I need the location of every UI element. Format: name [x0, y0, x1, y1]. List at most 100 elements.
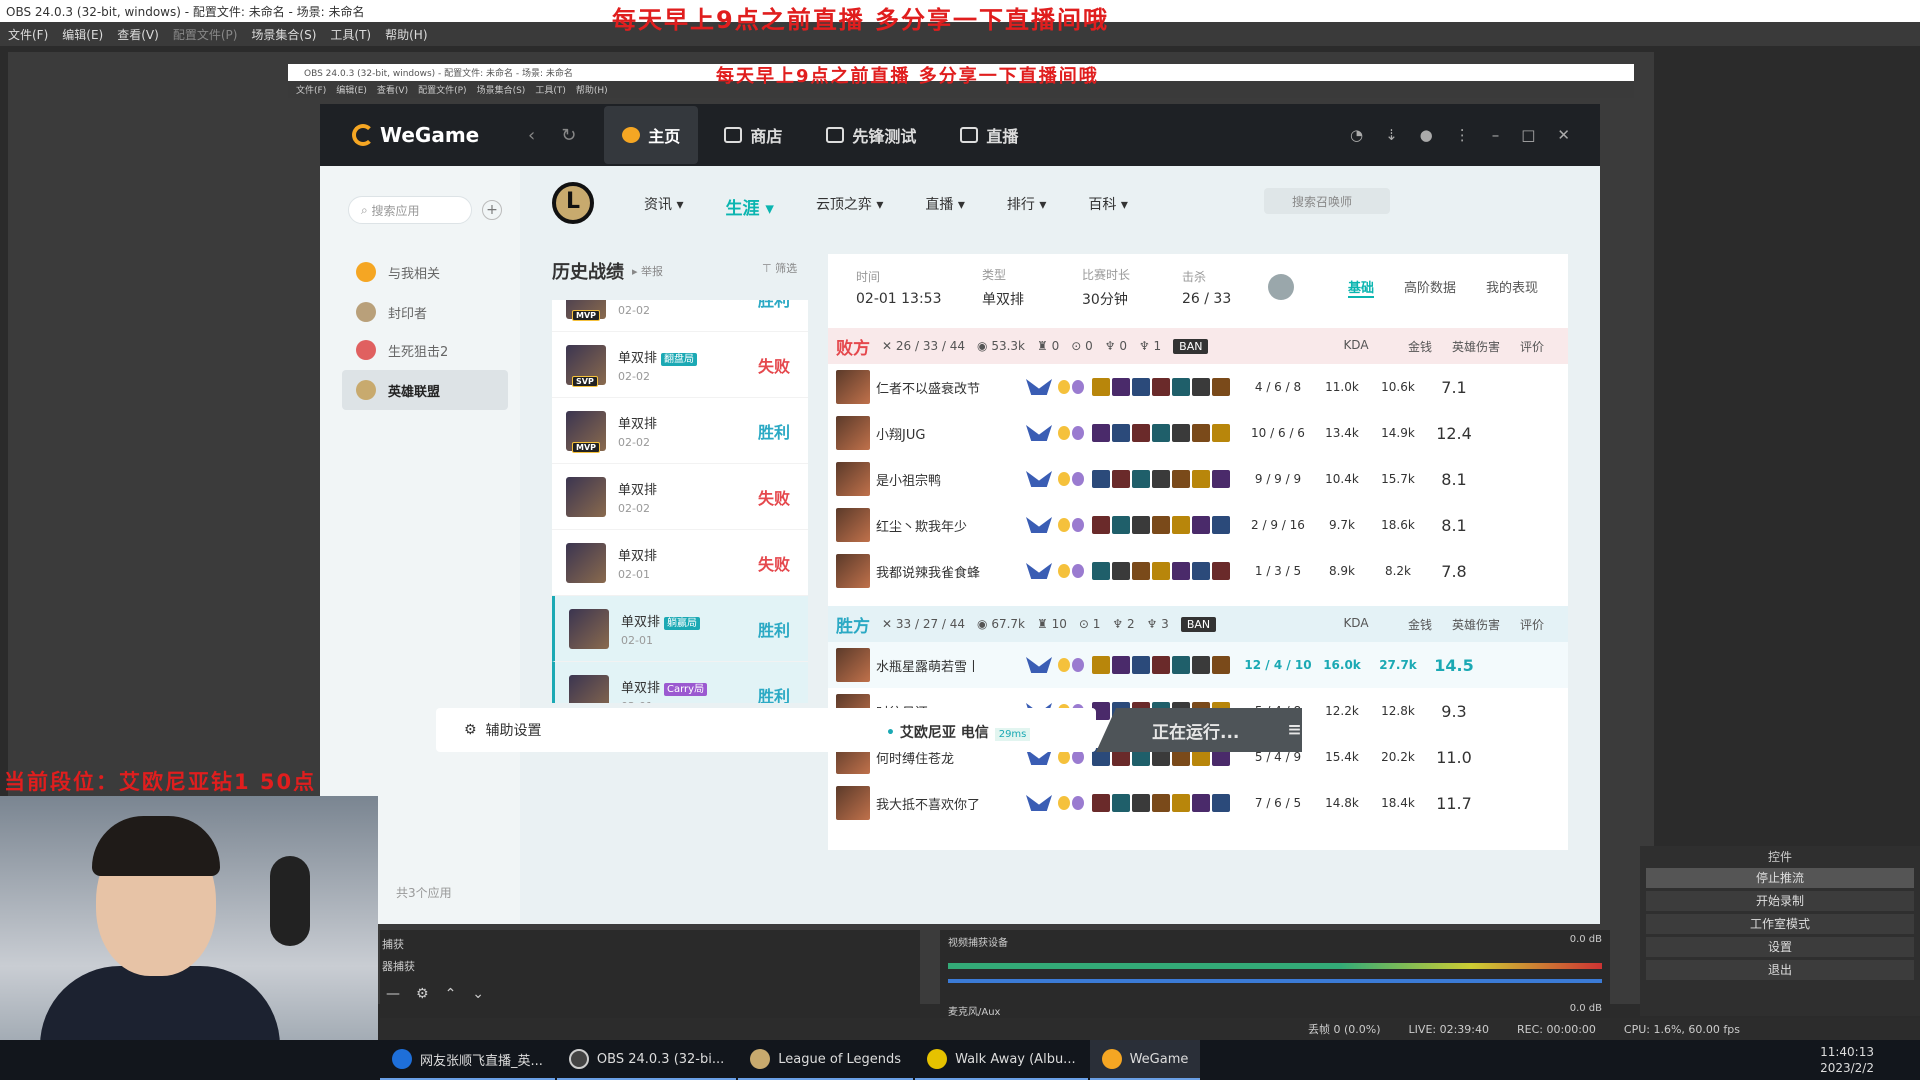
ban-label[interactable]: BAN: [1180, 616, 1217, 632]
tab-basic[interactable]: 基础: [1347, 277, 1374, 298]
source-item[interactable]: 器捕获: [380, 958, 920, 974]
ban-label[interactable]: BAN: [1173, 338, 1209, 354]
system-clock[interactable]: 11:40:13 2023/2/2: [1820, 1044, 1874, 1076]
player-row[interactable]: 我都说辣我雀食蜂 1 / 3 / 5 8.9k 8.2k 7.8: [828, 548, 1568, 594]
player-row[interactable]: 水瓶星露萌若雪丨 12 / 4 / 10 16.0k 27.7k 14.5: [828, 642, 1568, 688]
player-row[interactable]: 是小祖宗鸭 9 / 9 / 9 10.4k 15.7k 8.1: [828, 456, 1568, 502]
topnav-beta[interactable]: 先锋测试: [808, 106, 934, 164]
friends-icon[interactable]: ◔: [1350, 126, 1363, 144]
player-name[interactable]: 仁者不以盛衰改节: [876, 378, 1026, 397]
match-history-item[interactable]: MVP 单双排Carry局02-02 胜利: [552, 300, 808, 332]
menu-view[interactable]: 查看(V): [117, 26, 159, 43]
source-settings-icon[interactable]: ⚙: [416, 986, 429, 1002]
move-down-icon[interactable]: ⌄: [472, 986, 484, 1002]
lol-nav-tft[interactable]: 云顶之弈 ▾: [816, 194, 883, 219]
player-name[interactable]: 我大抵不喜欢你了: [876, 794, 1026, 813]
tab-advanced[interactable]: 高阶数据: [1404, 277, 1456, 298]
player-row[interactable]: 红尘丶欺我年少 2 / 9 / 16 9.7k 18.6k 8.1: [828, 502, 1568, 548]
player-name[interactable]: 是小祖宗鸭: [876, 470, 1026, 489]
item-list: [1092, 424, 1230, 442]
lol-nav-live[interactable]: 直播 ▾: [925, 194, 964, 219]
player-name[interactable]: 红尘丶欺我年少: [876, 516, 1026, 535]
game-running-button[interactable]: 正在运行... ≡: [1096, 708, 1302, 752]
menu-scene-collection[interactable]: 场景集合(S): [251, 26, 316, 43]
menu-file[interactable]: 文件(F): [8, 26, 48, 43]
summoner-search-input[interactable]: 搜索召唤师: [1264, 188, 1390, 214]
item-list: [1092, 656, 1230, 674]
player-name[interactable]: 水瓶星露萌若雪丨: [876, 656, 1026, 675]
taskbar-music[interactable]: Walk Away (Albu...: [915, 1040, 1088, 1080]
add-app-icon[interactable]: +: [482, 200, 502, 220]
player-row[interactable]: 我大抵不喜欢你了 7 / 6 / 5 14.8k 18.4k 11.7: [828, 780, 1568, 826]
lol-nav-wiki[interactable]: 百科 ▾: [1088, 194, 1127, 219]
summary-time-label: 时间: [856, 269, 881, 284]
maximize-icon[interactable]: □: [1521, 126, 1535, 144]
match-history-item[interactable]: SVP 单双排 翻盘局 02-02 失败: [552, 332, 808, 398]
server-status[interactable]: • 艾欧尼亚 电信 29ms: [886, 722, 1031, 742]
sidebar-item-related[interactable]: 与我相关: [342, 252, 508, 292]
sidebar-item-lol[interactable]: 英雄联盟: [342, 370, 508, 410]
match-history-item[interactable]: MVP 单双排Carry局 02-01 胜利: [552, 662, 808, 703]
music-icon: [927, 1049, 948, 1069]
overlay-announcement: 每天早上9点之前直播 多分享一下直播间哦: [612, 6, 1110, 34]
settings-button[interactable]: 设置: [1646, 937, 1914, 957]
filter-button[interactable]: ⊤ 筛选: [762, 260, 797, 276]
app-search-input[interactable]: ⌕ 搜索应用: [348, 196, 472, 224]
taskbar-wegame[interactable]: WeGame: [1089, 1040, 1201, 1080]
player-row[interactable]: 仁者不以盛衰改节 4 / 6 / 8 11.0k 10.6k 7.1: [828, 364, 1568, 410]
remove-source-icon[interactable]: —: [386, 986, 400, 1002]
topnav-store[interactable]: 商店: [706, 106, 800, 164]
more-icon[interactable]: ⋮: [1455, 126, 1470, 144]
item-icon: [1092, 424, 1110, 442]
match-mode: 单双排: [618, 416, 658, 432]
item-icon: [1152, 424, 1170, 442]
sidebar-item-sniper[interactable]: 生死狙击2: [342, 330, 508, 370]
player-name[interactable]: 我都说辣我雀食蜂: [876, 562, 1026, 581]
sidebar-item-closers[interactable]: 封印者: [342, 292, 508, 332]
lol-nav-ranking[interactable]: 排行 ▾: [1007, 194, 1046, 219]
wegame-logo[interactable]: WeGame: [352, 123, 502, 147]
rank-emblem-icon: [1026, 563, 1052, 579]
download-icon[interactable]: ⇣: [1385, 126, 1398, 144]
home-icon: [622, 127, 641, 143]
start-recording-button[interactable]: 开始录制: [1646, 891, 1914, 911]
refresh-icon[interactable]: ↻: [561, 125, 576, 146]
topnav-home[interactable]: 主页: [604, 106, 699, 164]
close-icon[interactable]: ✕: [1557, 126, 1570, 144]
taskbar-obs[interactable]: OBS 24.0.3 (32-bi...: [556, 1040, 737, 1080]
replay-play-icon[interactable]: [1268, 274, 1294, 300]
player-name[interactable]: 小翔JUG: [876, 424, 1026, 443]
source-item[interactable]: 捕获: [380, 930, 920, 958]
studio-mode-button[interactable]: 工作室模式: [1646, 914, 1914, 934]
lol-logo-icon[interactable]: L: [552, 182, 594, 224]
match-history-item[interactable]: 单双排 躺赢局 02-01 胜利: [552, 596, 808, 662]
lol-nav-career[interactable]: 生涯 ▾: [725, 194, 773, 219]
mvp-badge: MVP: [572, 441, 601, 453]
lol-header: L 资讯 ▾ 生涯 ▾ 云顶之弈 ▾ 直播 ▾ 排行 ▾ 百科 ▾ 搜索召唤师: [520, 166, 1600, 244]
match-history-item[interactable]: MVP 单双排 02-02 胜利: [552, 398, 808, 464]
taskbar-browser[interactable]: 网友张顺飞直播_英...: [380, 1040, 555, 1080]
menu-icon[interactable]: ≡: [1287, 720, 1301, 740]
menu-tools[interactable]: 工具(T): [330, 26, 371, 43]
minimize-icon[interactable]: –: [1492, 126, 1500, 144]
match-history-item[interactable]: 单双排 02-02 失败: [552, 464, 808, 530]
back-icon[interactable]: ‹: [528, 125, 535, 146]
lol-nav-news[interactable]: 资讯 ▾: [644, 194, 683, 219]
volume-slider[interactable]: [948, 979, 1602, 983]
item-list: [1092, 562, 1230, 580]
avatar[interactable]: ●: [1420, 126, 1433, 144]
topnav-live[interactable]: 直播: [942, 106, 1036, 164]
player-row[interactable]: 小翔JUG 10 / 6 / 6 13.4k 14.9k 12.4: [828, 410, 1568, 456]
exit-button[interactable]: 退出: [1646, 960, 1914, 980]
item-icon: [1212, 656, 1230, 674]
taskbar-lol[interactable]: League of Legends: [738, 1040, 914, 1080]
menu-help[interactable]: 帮助(H): [385, 26, 427, 43]
move-up-icon[interactable]: ⌃: [445, 986, 457, 1002]
tab-my-performance[interactable]: 我的表现: [1486, 277, 1538, 298]
match-history-item[interactable]: 单双排 02-01 失败: [552, 530, 808, 596]
menu-profile[interactable]: 配置文件(P): [173, 26, 238, 43]
stop-streaming-button[interactable]: 停止推流: [1646, 868, 1914, 888]
menu-edit[interactable]: 编辑(E): [62, 26, 103, 43]
player-champion-icon: [836, 786, 870, 820]
report-link[interactable]: ▸ 举报: [632, 263, 663, 279]
